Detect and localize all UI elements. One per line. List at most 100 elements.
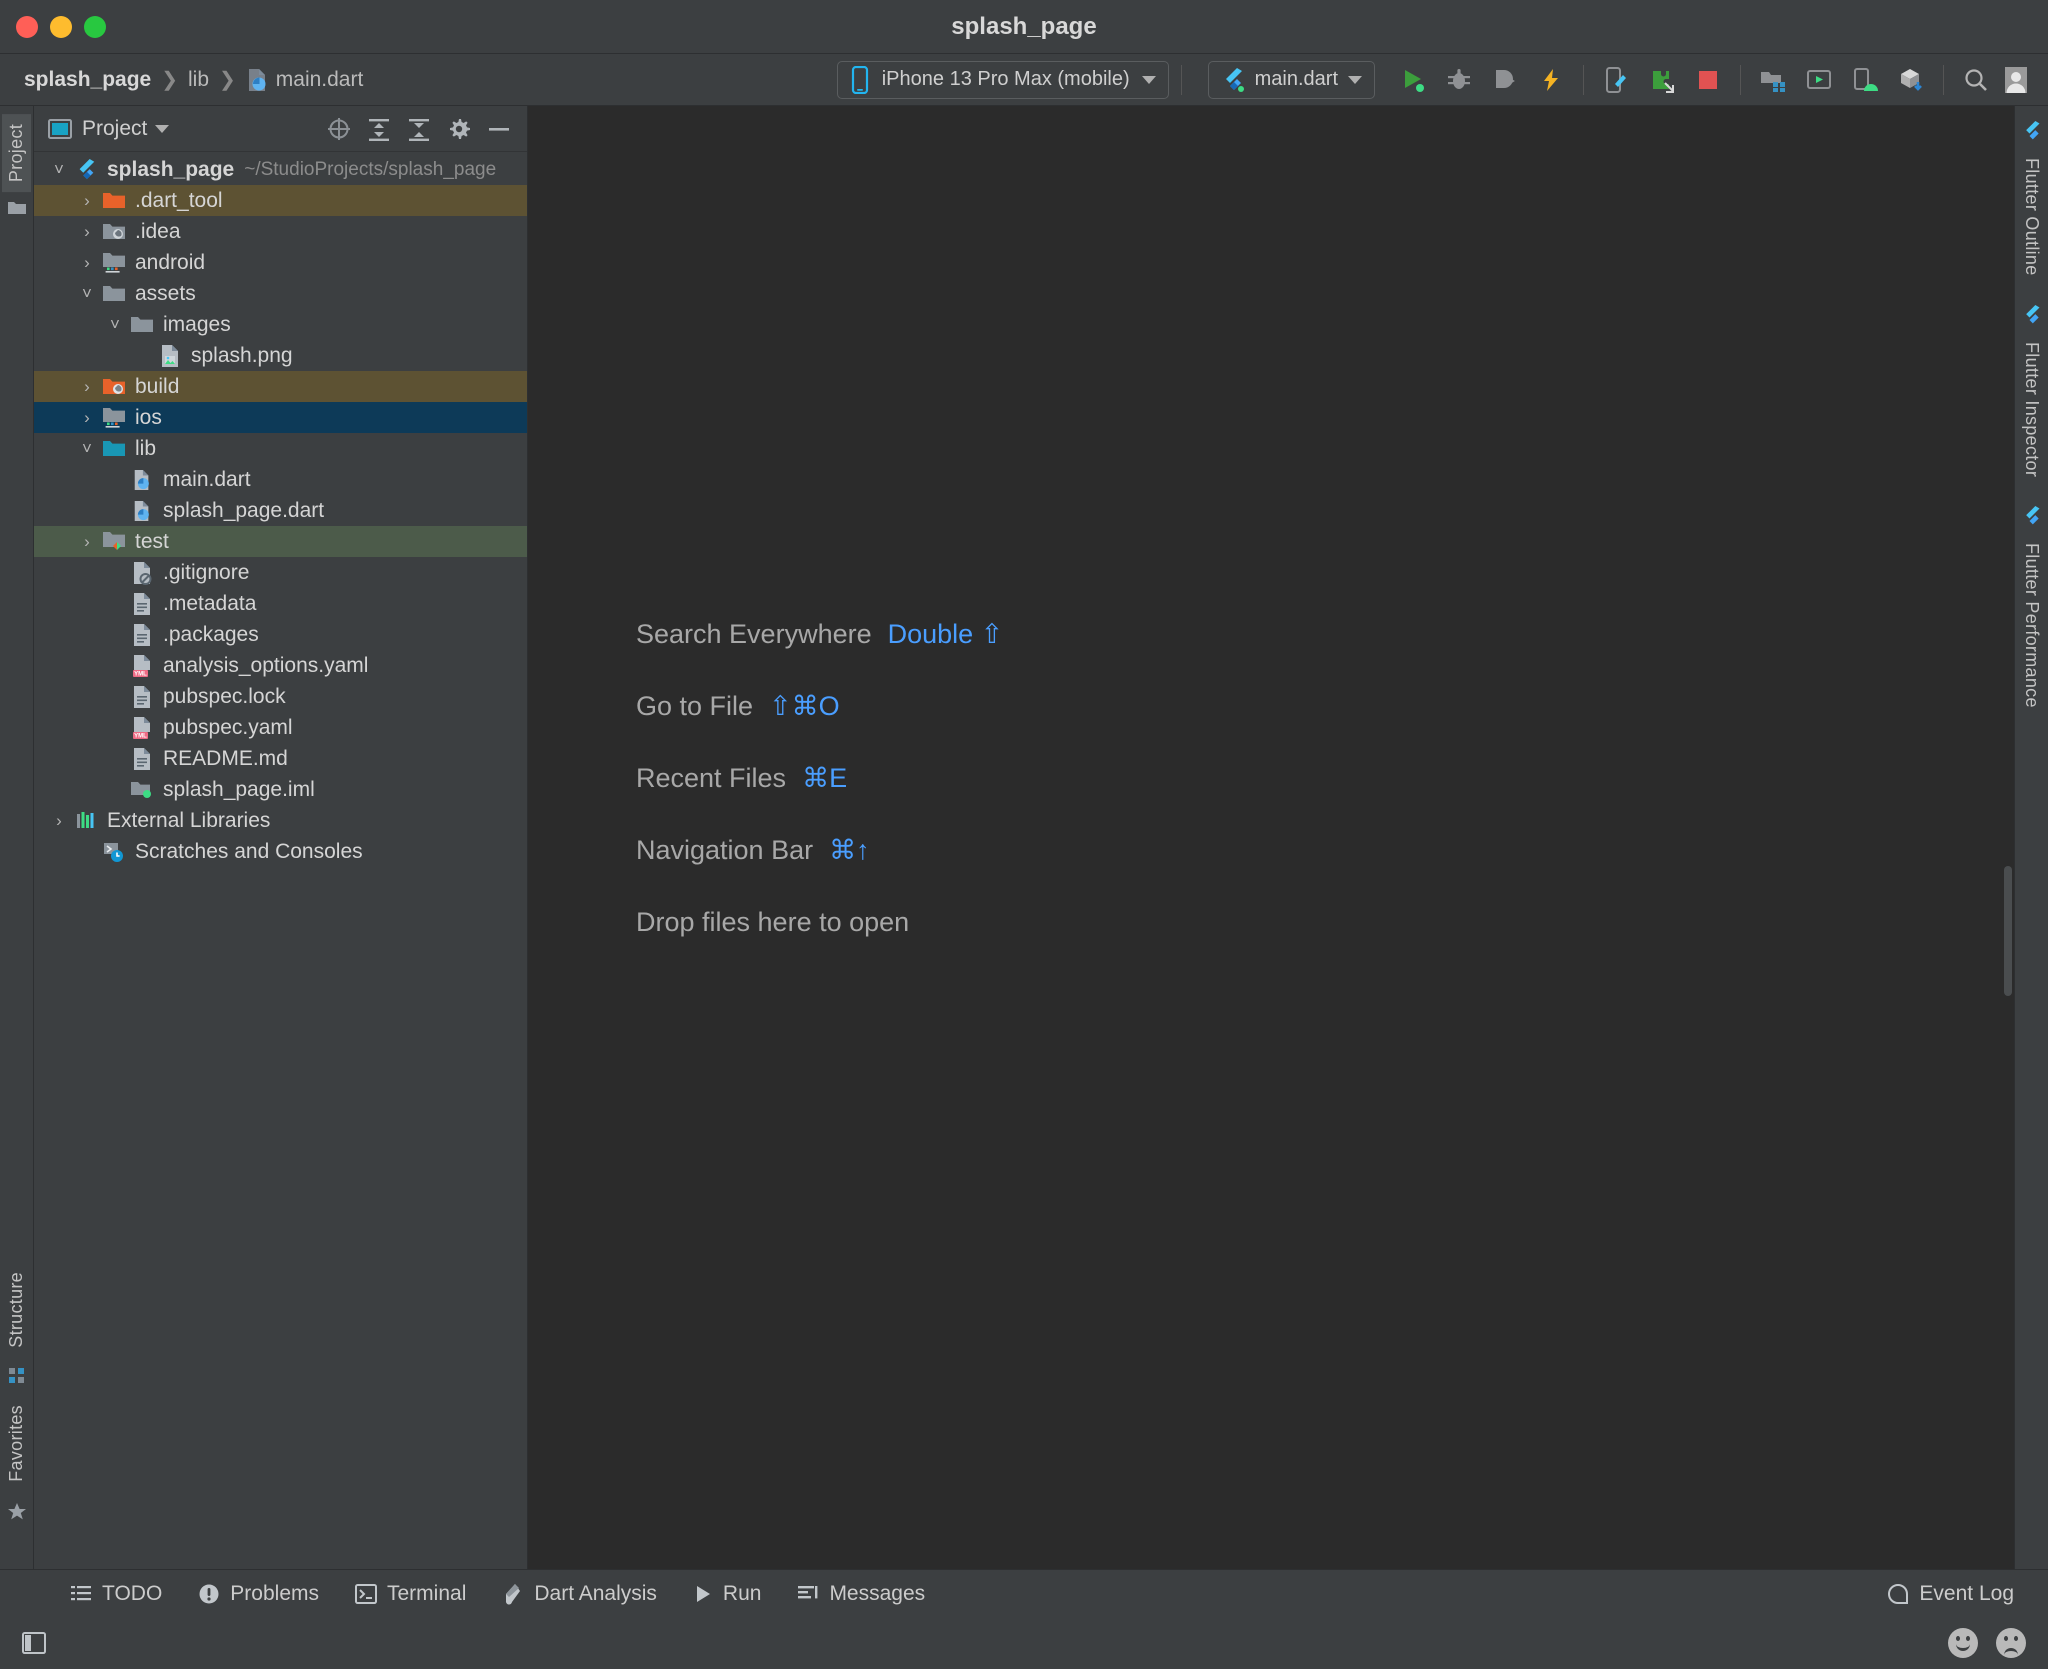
tree-row-metadata[interactable]: .metadata xyxy=(34,588,527,619)
tree-row-analysis-options-yaml[interactable]: YML analysis_options.yaml xyxy=(34,650,527,681)
chevron-down-icon[interactable]: ˅ xyxy=(74,440,100,457)
happy-face-button[interactable] xyxy=(1948,1628,1978,1658)
chevron-down-icon[interactable]: ˅ xyxy=(74,285,100,302)
tree-row-splash-png[interactable]: splash.png xyxy=(34,340,527,371)
sad-face-button[interactable] xyxy=(1996,1628,2026,1658)
crosshair-icon[interactable] xyxy=(327,117,351,141)
search-button[interactable] xyxy=(1956,60,1996,100)
hint-shortcut: ⇧⌘O xyxy=(769,690,840,721)
gear-icon[interactable] xyxy=(447,117,471,141)
tree-row-scratches-consoles[interactable]: Scratches and Consoles xyxy=(34,836,527,867)
chevron-down-icon[interactable] xyxy=(155,124,170,133)
hint-go-to-file: Go to File ⇧⌘O xyxy=(636,670,1003,742)
expand-all-icon[interactable] xyxy=(367,117,391,141)
tree-row-ios[interactable]: › ios xyxy=(34,402,527,433)
chevron-right-icon[interactable]: › xyxy=(74,223,100,240)
folder-icon xyxy=(128,315,156,334)
run-with-coverage-button[interactable] xyxy=(1485,60,1525,100)
stop-button[interactable] xyxy=(1688,60,1728,100)
minimize-button[interactable] xyxy=(50,15,72,38)
project-tree[interactable]: ˅ splash_page ~/StudioProjects/splash_pa… xyxy=(34,152,527,1569)
bottom-tab-label: Terminal xyxy=(387,1581,467,1605)
tree-row-assets[interactable]: ˅ assets xyxy=(34,278,527,309)
yaml-file-icon: YML xyxy=(128,654,156,678)
device-selector[interactable]: iPhone 13 Pro Max (mobile) xyxy=(836,60,1169,99)
hint-label: Drop files here to open xyxy=(636,906,910,937)
editor-area[interactable]: Search Everywhere Double ⇧ Go to File ⇧⌘… xyxy=(528,106,2014,1569)
bottom-tab-problems[interactable]: Problems xyxy=(180,1582,337,1606)
bottom-tab-messages[interactable]: Messages xyxy=(779,1582,943,1606)
gitignore-file-icon xyxy=(128,561,156,585)
tools-group xyxy=(1753,60,1931,100)
tree-row-lib[interactable]: ˅ lib xyxy=(34,433,527,464)
chevron-right-icon[interactable]: › xyxy=(46,812,72,829)
device-selector-label: iPhone 13 Pro Max (mobile) xyxy=(881,68,1130,90)
bottom-tab-terminal[interactable]: Terminal xyxy=(337,1582,484,1606)
tree-row-pubspec-lock[interactable]: pubspec.lock xyxy=(34,681,527,712)
chevron-right-icon[interactable]: › xyxy=(74,533,100,550)
tree-row-splash-page-dart[interactable]: splash_page.dart xyxy=(34,495,527,526)
bottom-tab-dart-analysis[interactable]: Dart Analysis xyxy=(484,1582,675,1606)
chevron-right-icon[interactable]: › xyxy=(74,192,100,209)
tree-row-gitignore[interactable]: .gitignore xyxy=(34,557,527,588)
project-panel-header: Project xyxy=(34,106,527,152)
tree-row-pubspec-yaml[interactable]: YML pubspec.yaml xyxy=(34,712,527,743)
tree-row-idea[interactable]: › .idea xyxy=(34,216,527,247)
bottom-tab-label: TODO xyxy=(102,1581,163,1605)
run-configuration-selector[interactable]: main.dart xyxy=(1207,60,1375,99)
chevron-down-icon[interactable]: ˅ xyxy=(46,161,72,178)
tree-row-splash-page-iml[interactable]: splash_page.iml xyxy=(34,774,527,805)
run-button[interactable] xyxy=(1393,60,1433,100)
tree-label: build xyxy=(135,374,180,398)
bottom-tab-event-log[interactable]: Event Log xyxy=(1869,1582,2032,1606)
chevron-down-icon[interactable]: ˅ xyxy=(102,316,128,333)
text-file-icon xyxy=(128,685,156,709)
collapse-all-icon[interactable] xyxy=(407,117,431,141)
debug-button[interactable] xyxy=(1439,60,1479,100)
open-devtools-button[interactable] xyxy=(1596,60,1636,100)
rail-tab-flutter-outline[interactable]: Flutter Outline xyxy=(2017,148,2046,286)
account-button[interactable] xyxy=(1996,60,2036,100)
avd-manager-button[interactable] xyxy=(1799,60,1839,100)
bottom-tab-run[interactable]: Run xyxy=(675,1582,780,1606)
breadcrumb-item-file[interactable]: main.dart xyxy=(246,68,363,92)
tree-row-splash-page[interactable]: ˅ splash_page ~/StudioProjects/splash_pa… xyxy=(34,154,527,185)
rail-tab-flutter-performance[interactable]: Flutter Performance xyxy=(2017,533,2046,718)
tree-row-test[interactable]: › test xyxy=(34,526,527,557)
chevron-down-icon[interactable] xyxy=(1141,75,1156,84)
rail-tab-flutter-inspector[interactable]: Flutter Inspector xyxy=(2017,332,2046,487)
minus-icon[interactable] xyxy=(487,117,511,141)
device-manager-button[interactable] xyxy=(1845,60,1885,100)
tree-label: analysis_options.yaml xyxy=(163,653,369,677)
flutter-inspector-button[interactable] xyxy=(1642,60,1682,100)
bottom-tab-todo[interactable]: TODO xyxy=(52,1582,180,1606)
hot-reload-button[interactable] xyxy=(1531,60,1571,100)
editor-scrollbar[interactable] xyxy=(2000,106,2014,1569)
breadcrumb-item-lib[interactable]: lib xyxy=(188,68,209,92)
maximize-button[interactable] xyxy=(84,15,106,38)
chevron-right-icon[interactable]: › xyxy=(74,409,100,426)
dart-analysis-icon xyxy=(502,1583,524,1605)
tree-row-readme-md[interactable]: README.md xyxy=(34,743,527,774)
chevron-right-icon[interactable]: › xyxy=(74,254,100,271)
breadcrumb-item-project[interactable]: splash_page xyxy=(24,68,151,92)
rail-tab-structure[interactable]: Structure xyxy=(2,1262,31,1358)
sdk-manager-button[interactable] xyxy=(1891,60,1931,100)
chevron-right-icon[interactable]: › xyxy=(74,378,100,395)
tree-label: android xyxy=(135,250,206,274)
project-structure-button[interactable] xyxy=(1753,60,1793,100)
tree-row-android[interactable]: › android xyxy=(34,247,527,278)
tree-row-main-dart[interactable]: main.dart xyxy=(34,464,527,495)
tree-row-packages[interactable]: .packages xyxy=(34,619,527,650)
bottom-tab-label: Run xyxy=(722,1581,762,1605)
tree-row-external-libraries[interactable]: › External Libraries xyxy=(34,805,527,836)
tree-row-images[interactable]: ˅ images xyxy=(34,309,527,340)
toggle-toolwindows-icon[interactable] xyxy=(14,1631,48,1655)
rail-tab-favorites[interactable]: Favorites xyxy=(2,1395,31,1492)
tree-row-build[interactable]: › build xyxy=(34,371,527,402)
chevron-down-icon[interactable] xyxy=(1348,75,1362,84)
tree-row-dart-tool[interactable]: › .dart_tool xyxy=(34,185,527,216)
close-button[interactable] xyxy=(16,15,38,38)
editor-scrollbar-thumb[interactable] xyxy=(2004,866,2012,996)
rail-tab-project[interactable]: Project xyxy=(2,114,31,193)
